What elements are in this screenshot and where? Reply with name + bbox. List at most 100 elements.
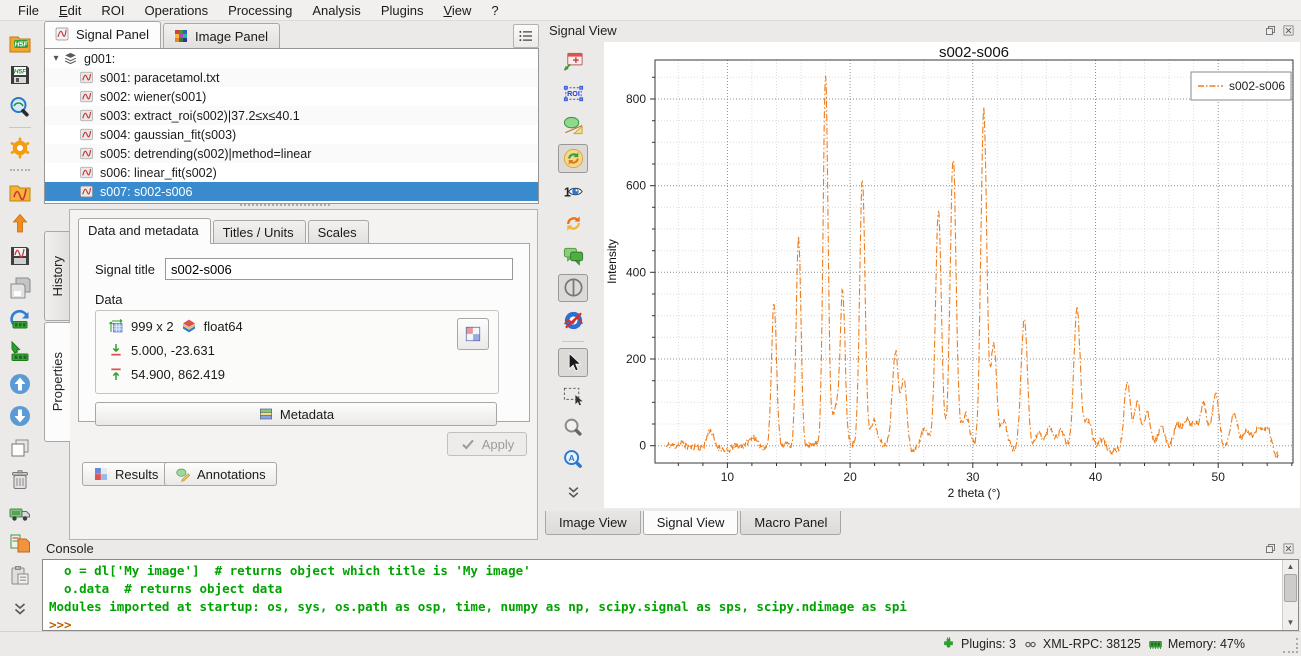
roi-button[interactable]: ROI <box>559 80 587 107</box>
move-up-button[interactable] <box>7 371 33 397</box>
close-button[interactable] <box>1281 541 1296 556</box>
menu-?[interactable]: ? <box>481 2 508 19</box>
tree-item-label: s005: detrending(s002)|method=linear <box>100 147 311 161</box>
tree-group-row[interactable]: ▾g001: <box>45 49 538 68</box>
view-tab-image-view[interactable]: Image View <box>545 511 641 535</box>
view-tab-signal-view[interactable]: Signal View <box>643 511 739 535</box>
console-output[interactable]: o = dl['My image'] # returns object whic… <box>42 559 1299 631</box>
apply-check-icon <box>460 436 476 452</box>
tree-item-label: s001: paracetamol.txt <box>100 71 220 85</box>
side-tab-label: History <box>50 256 65 296</box>
open-signal-button[interactable] <box>7 179 33 205</box>
scroll-up-arrow[interactable]: ▲ <box>1287 560 1295 574</box>
results-button[interactable]: Results <box>82 462 169 486</box>
scroll-thumb[interactable] <box>1284 574 1297 602</box>
delete-button[interactable] <box>7 467 33 493</box>
splitter-handle[interactable] <box>240 204 330 206</box>
menu-edit[interactable]: Edit <box>49 2 91 19</box>
more-tools-button[interactable] <box>559 478 587 505</box>
curve-antialiasing-button[interactable] <box>559 307 587 334</box>
view-tab-macro-panel[interactable]: Macro Panel <box>740 511 841 535</box>
signal-panel: Signal Panel Image Panel ▾g001: s001: para… <box>40 21 541 538</box>
comments-button[interactable] <box>559 242 587 269</box>
select-tool-button[interactable] <box>558 348 588 377</box>
console-dock: Console o = dl['My image'] # returns obj… <box>40 538 1301 631</box>
expander-icon[interactable]: ▾ <box>49 53 63 64</box>
svg-text:30: 30 <box>966 470 980 484</box>
settings-button[interactable] <box>7 135 33 161</box>
tree-item-s005[interactable]: s005: detrending(s002)|method=linear <box>45 144 538 163</box>
delete-icon <box>8 468 32 492</box>
apply-button[interactable]: Apply <box>447 432 527 456</box>
export-memory-button[interactable] <box>7 339 33 365</box>
tree-item-s004[interactable]: s004: gaussian_fit(s003) <box>45 125 538 144</box>
link-icon <box>1023 637 1038 652</box>
browse-hdf5-button[interactable] <box>7 94 33 120</box>
image-tab-icon <box>173 28 189 44</box>
scroll-down-arrow[interactable]: ▼ <box>1287 616 1295 630</box>
menu-analysis[interactable]: Analysis <box>302 2 370 19</box>
view-data-table-button[interactable] <box>457 318 489 350</box>
autoscale-button[interactable]: A <box>559 446 587 473</box>
close-button[interactable] <box>1281 23 1296 38</box>
prop-tab-titles-units[interactable]: Titles / Units <box>213 220 306 244</box>
grid-dims-icon <box>108 318 124 334</box>
save-hdf5-button[interactable]: H5F <box>7 62 33 88</box>
annotations-button[interactable]: Annotations <box>164 462 277 486</box>
tree-item-s002[interactable]: s002: wiener(s001) <box>45 87 538 106</box>
menu-processing[interactable]: Processing <box>218 2 302 19</box>
annotations-shapes-button[interactable] <box>559 112 587 139</box>
menu-view[interactable]: View <box>433 2 481 19</box>
panel-tabbar: Signal Panel Image Panel <box>44 22 539 48</box>
zoom-button[interactable] <box>559 414 587 441</box>
view-one-curve-button[interactable]: 1 <box>559 178 587 205</box>
more-actions-button[interactable] <box>7 595 33 621</box>
delete-all-button[interactable] <box>7 499 33 525</box>
side-tab-label: Properties <box>50 352 65 411</box>
plot-canvas[interactable]: 10203040500200400600800s002-s0062 theta … <box>604 42 1300 508</box>
tab-image-panel[interactable]: Image Panel <box>163 23 280 48</box>
signal-item-icon <box>79 184 94 199</box>
menu-operations[interactable]: Operations <box>134 2 218 19</box>
curve-antialiasing-icon <box>562 309 585 332</box>
duplicate-button[interactable] <box>7 435 33 461</box>
console-scrollbar[interactable]: ▲ ▼ <box>1282 560 1298 630</box>
paste-metadata-button[interactable] <box>7 563 33 589</box>
side-tab-properties[interactable]: Properties <box>44 322 70 442</box>
menu-file[interactable]: File <box>8 2 49 19</box>
refresh-button[interactable] <box>559 210 587 237</box>
rectangle-select-button[interactable] <box>559 382 587 409</box>
signal-title-input[interactable] <box>165 258 513 280</box>
toolbar-separator <box>562 341 584 342</box>
tab-label: Image Panel <box>195 29 268 44</box>
view-in-new-window-button[interactable] <box>559 49 587 76</box>
menu-roi[interactable]: ROI <box>91 2 134 19</box>
move-down-button[interactable] <box>7 403 33 429</box>
copy-metadata-button[interactable] <box>7 531 33 557</box>
metadata-button[interactable]: Metadata <box>95 402 497 426</box>
panel-options-button[interactable] <box>513 24 539 48</box>
signal-tree[interactable]: ▾g001: s001: paracetamol.txt s002: wiener(… <box>44 48 539 204</box>
save-all-button[interactable] <box>7 275 33 301</box>
float-button[interactable] <box>1263 23 1278 38</box>
tree-item-s006[interactable]: s006: linear_fit(s002) <box>45 163 538 182</box>
reload-memory-button[interactable] <box>7 307 33 333</box>
save-signal-button[interactable] <box>7 243 33 269</box>
prop-tab-scales[interactable]: Scales <box>308 220 369 244</box>
menu-plugins[interactable]: Plugins <box>371 2 434 19</box>
console-line: o = dl['My image'] # returns object whic… <box>49 562 1292 580</box>
tab-signal-panel[interactable]: Signal Panel <box>44 21 161 48</box>
cross-section-button[interactable] <box>558 274 588 303</box>
tree-item-s003[interactable]: s003: extract_roi(s002)|37.2≤x≤40.1 <box>45 106 538 125</box>
side-tab-history[interactable]: History <box>44 231 69 321</box>
float-button[interactable] <box>1263 541 1278 556</box>
toolbar-separator <box>9 127 31 128</box>
import-text-button[interactable] <box>7 211 33 237</box>
auto-refresh-button[interactable] <box>558 144 588 173</box>
open-hdf5-button[interactable]: H5F <box>7 30 33 56</box>
tree-item-s007[interactable]: s007: s002-s006 <box>45 182 538 201</box>
tree-item-s001[interactable]: s001: paracetamol.txt <box>45 68 538 87</box>
resize-grip[interactable] <box>1283 638 1298 653</box>
prop-tab-data-and-metadata[interactable]: Data and metadata <box>78 218 211 244</box>
signal-curve <box>666 76 1278 459</box>
